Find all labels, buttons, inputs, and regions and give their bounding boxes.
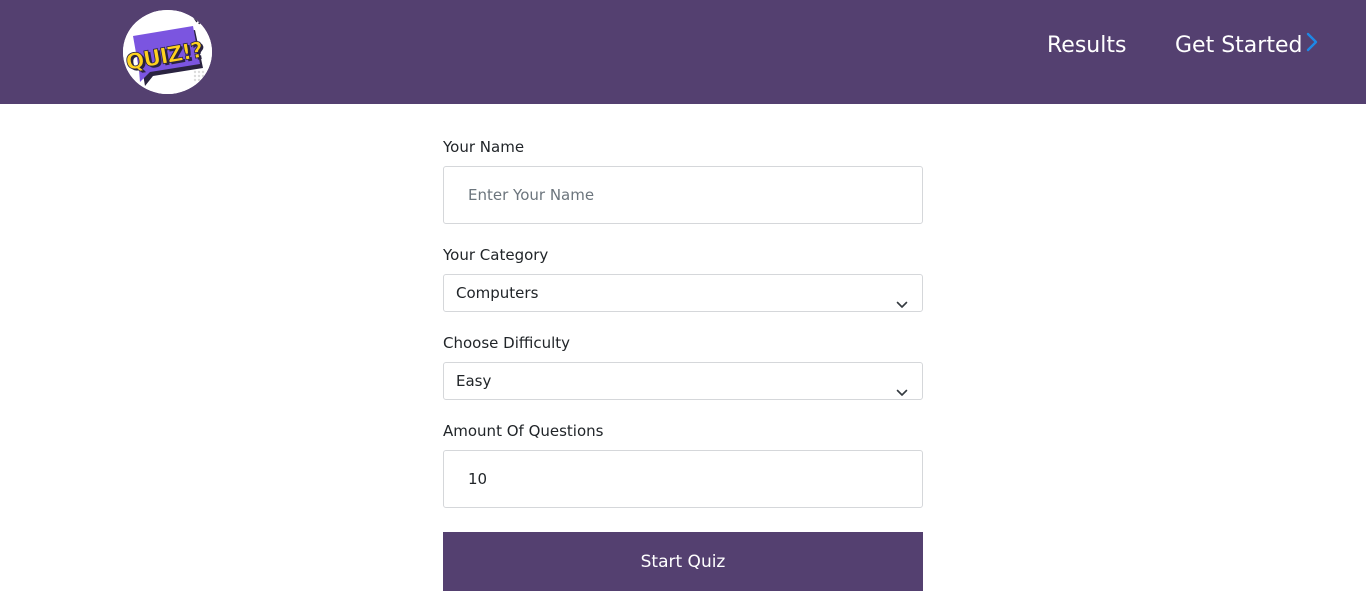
category-selected-value: Computers [456,284,539,302]
chevron-right-icon [1306,30,1318,62]
name-input[interactable] [443,166,923,224]
category-select[interactable]: Computers [443,274,923,312]
nav-results-link[interactable]: Results [1047,30,1126,62]
nav-get-started-label: Get Started [1175,33,1303,58]
amount-label: Amount Of Questions [443,422,604,440]
quiz-logo-image: QUIZ!? QUIZ!? [123,10,212,94]
nav-get-started-link[interactable]: Get Started [1175,30,1318,62]
navbar: QUIZ!? QUIZ!? Results Get Started [0,0,1366,104]
quiz-logo[interactable]: QUIZ!? QUIZ!? [123,10,212,94]
category-label: Your Category [443,246,549,264]
difficulty-select[interactable]: Easy [443,362,923,400]
start-quiz-button[interactable]: Start Quiz [443,532,923,591]
name-label: Your Name [443,138,525,156]
difficulty-label: Choose Difficulty [443,334,571,352]
difficulty-selected-value: Easy [456,372,492,390]
quiz-setup-form: Your Name Your Category Computers Choose… [443,136,923,591]
nav-results-label: Results [1047,33,1127,58]
chevron-down-icon [896,288,908,308]
amount-input[interactable] [443,450,923,508]
chevron-down-icon [896,376,908,396]
